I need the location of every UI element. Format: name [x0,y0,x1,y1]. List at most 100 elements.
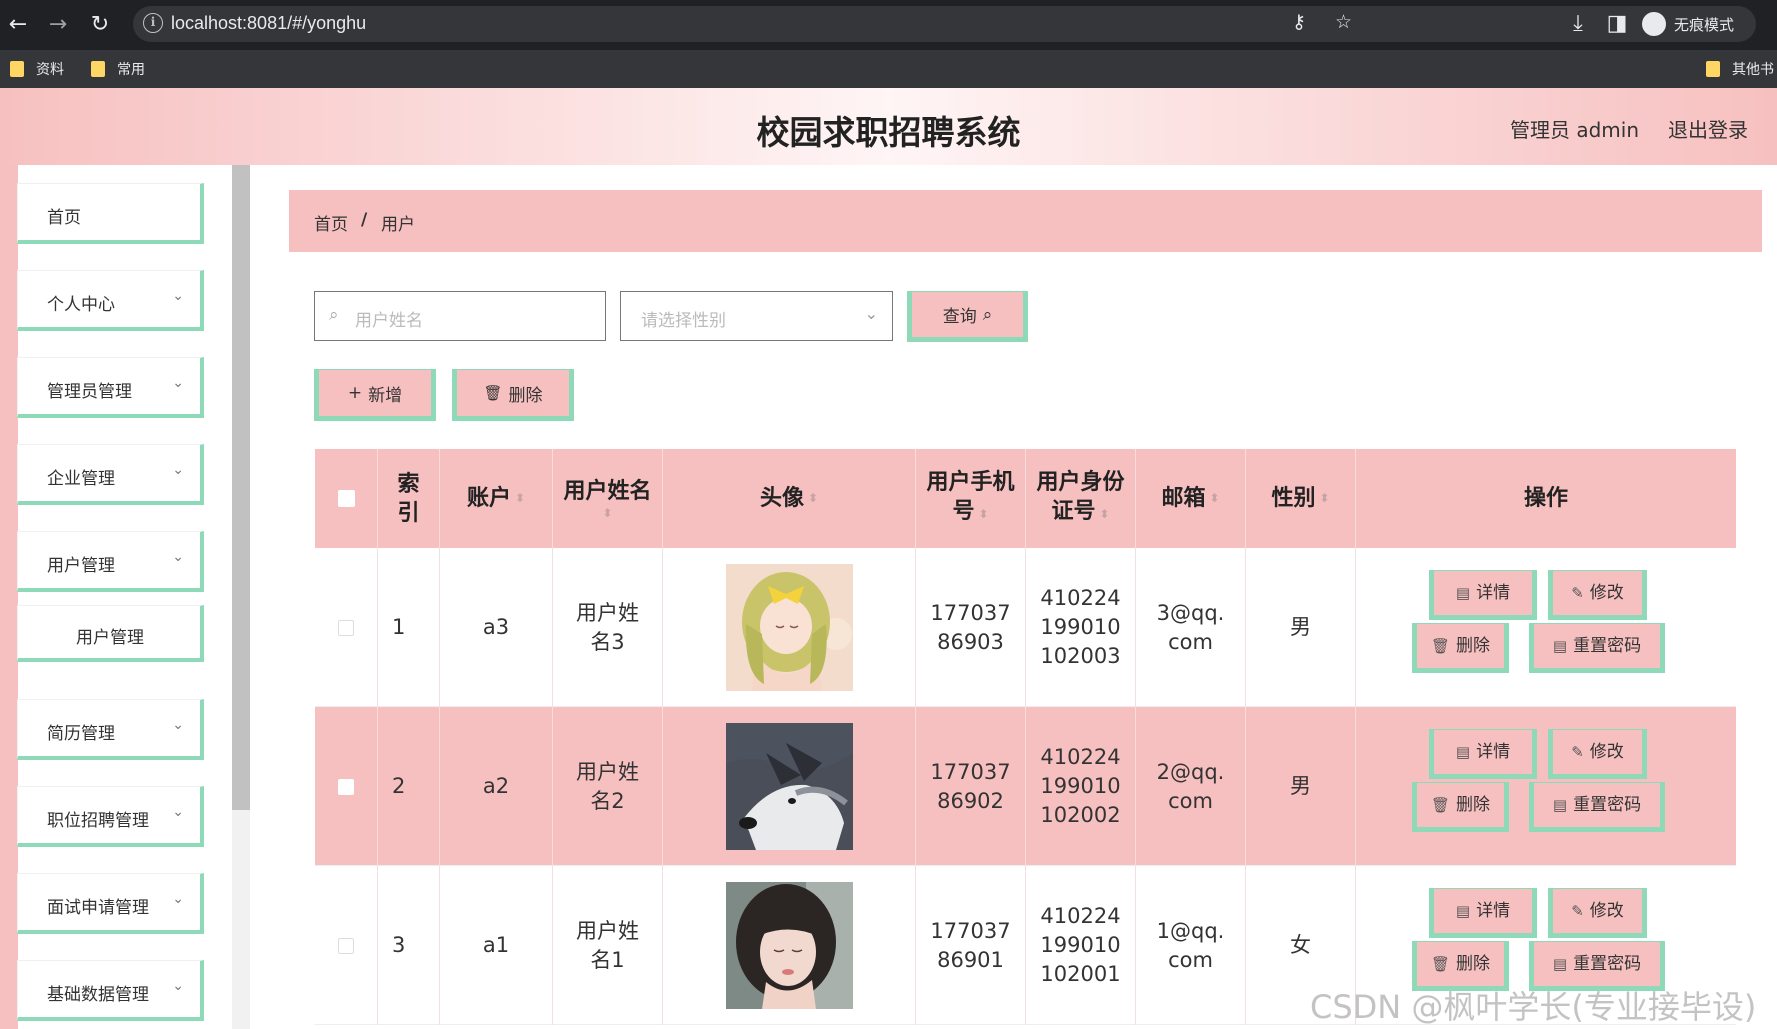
cell-phone: 17703786903 [916,548,1026,707]
chevron-down-icon: ⌄ [172,375,184,391]
reset-password-button[interactable]: ▤ 重置密码 [1529,782,1665,832]
document-icon: ▤ [1455,901,1471,920]
reload-icon[interactable]: ↻ [84,8,116,40]
cell-account: a3 [440,548,553,707]
cell-avatar [663,548,916,707]
site-info-icon[interactable]: i [143,13,163,33]
row-checkbox[interactable] [338,937,354,954]
header-avatar[interactable]: 头像 ⬍ [663,449,916,548]
select-all-checkbox[interactable] [337,490,355,507]
sidebar-subitem-user-manage[interactable]: 用户管理 [17,605,204,662]
delete-label: 删除 [1456,794,1491,815]
download-icon[interactable]: ⤓ [1562,7,1594,39]
document-icon: ▤ [1552,636,1568,655]
header-name[interactable]: 用户姓名 ⬍ [553,449,663,548]
sort-icon[interactable]: ⬍ [602,506,612,520]
avatar-image-husky-dog[interactable] [725,723,853,850]
header-ops: 操作 [1356,449,1736,548]
detail-label: 详情 [1476,582,1511,603]
header-account[interactable]: 账户 ⬍ [440,449,553,548]
document-icon: ▤ [1455,742,1471,761]
forward-arrow-icon[interactable]: → [42,8,74,40]
breadcrumb-home[interactable]: 首页 [314,210,348,235]
folder-icon [10,61,24,77]
sort-icon[interactable]: ⬍ [1209,484,1219,513]
sort-icon[interactable]: ⬍ [1099,507,1109,521]
cell-name: 用户姓名3 [553,548,663,707]
breadcrumb-current: 用户 [381,215,415,235]
trash-icon: 🗑︎ [1430,795,1451,814]
sidebar-item-company-manage[interactable]: 企业管理 ⌄ [17,444,204,505]
edit-label: 修改 [1589,741,1624,762]
star-icon[interactable]: ☆ [1335,11,1352,33]
sidebar-item-label: 用户管理 [47,556,115,576]
avatar-image-girl-photo[interactable] [725,882,853,1009]
bookmark-folder-1[interactable]: 资料 [10,59,64,79]
watermark: CSDN @枫叶学长(专业接毕设) [1310,988,1757,1026]
query-button[interactable]: 查询 ⌕ [907,291,1028,342]
key-icon[interactable]: ⚷ [1292,11,1306,33]
back-arrow-icon[interactable]: ← [2,8,34,40]
sidebar-item-admin-manage[interactable]: 管理员管理 ⌄ [17,357,204,418]
bookmark-other[interactable]: 其他书 [1706,59,1774,79]
address-bar[interactable]: i localhost:8081/#/yonghu ⚷ ☆ [133,6,1756,42]
delete-label: 删除 [1456,635,1491,656]
row-select-cell [315,866,378,1025]
add-button[interactable]: + 新增 [314,369,436,421]
sidebar-item-interview-manage[interactable]: 面试申请管理 ⌄ [17,873,204,934]
cell-ops: ▤ 详情 ✎ 修改 🗑︎ 删除 ▤ 重置密码 [1356,548,1736,707]
row-checkbox[interactable] [338,619,354,636]
sort-icon[interactable]: ⬍ [808,484,818,513]
girl-photo-avatar [725,882,853,1009]
sidebar-item-label: 管理员管理 [47,382,132,402]
header-phone[interactable]: 用户手机号 ⬍ [916,449,1026,548]
side-panel-icon[interactable]: ◨ [1601,7,1633,39]
sort-icon[interactable]: ⬍ [1319,484,1329,513]
sidebar-item-personal-center[interactable]: 个人中心 ⌄ [17,270,204,331]
avatar-image-anime-girl[interactable] [725,564,853,691]
folder-icon [91,61,105,77]
edit-icon: ✎ [1571,742,1584,761]
chevron-down-icon: ⌄ [864,304,878,323]
sidebar-item-label: 基础数据管理 [47,985,149,1005]
header-email[interactable]: 邮箱 ⬍ [1136,449,1246,548]
detail-button[interactable]: ▤ 详情 [1429,570,1537,620]
sidebar-item-user-manage[interactable]: 用户管理 ⌄ [17,531,204,592]
search-icon: ⌕ [329,305,339,325]
header-idcard[interactable]: 用户身份证号 ⬍ [1026,449,1136,548]
sort-icon[interactable]: ⬍ [515,484,525,513]
header-gender-label: 性别 [1271,486,1316,511]
sidebar-item-job-manage[interactable]: 职位招聘管理 ⌄ [17,786,204,847]
sidebar-item-label: 首页 [47,208,81,228]
cell-email: 1@qq.com [1136,866,1246,1025]
document-icon: ▤ [1552,954,1568,973]
incognito-indicator[interactable]: 无痕模式 [1642,11,1734,37]
bookmark-label: 资料 [36,62,64,78]
gender-select[interactable]: 请选择性别 ⌄ [620,291,893,341]
bookmark-folder-2[interactable]: 常用 [91,59,145,79]
search-name-input[interactable]: ⌕ 用户姓名 [314,291,606,341]
row-checkbox[interactable] [338,778,354,795]
logout-link[interactable]: 退出登录 [1668,114,1748,143]
header-email-label: 邮箱 [1161,486,1206,511]
sidebar-item-base-data-manage[interactable]: 基础数据管理 ⌄ [17,960,204,1021]
browser-toolbar: ← → ↻ i localhost:8081/#/yonghu ⚷ ☆ ⤓ ◨ … [0,0,1777,50]
delete-button[interactable]: 🗑︎ 删除 [1412,623,1509,673]
sidebar-scrollbar-thumb[interactable] [232,165,250,810]
chevron-down-icon: ⌄ [172,717,184,733]
edit-button[interactable]: ✎ 修改 [1548,570,1647,620]
detail-button[interactable]: ▤ 详情 [1429,888,1537,938]
detail-button[interactable]: ▤ 详情 [1429,729,1537,779]
edit-button[interactable]: ✎ 修改 [1548,729,1647,779]
search-icon: ⌕ [982,304,993,325]
delete-button[interactable]: 🗑︎ 删除 [1412,782,1509,832]
row-select-cell [315,548,378,707]
sidebar-item-home[interactable]: 首页 [17,183,204,244]
sort-icon[interactable]: ⬍ [978,507,988,521]
sidebar-item-resume-manage[interactable]: 简历管理 ⌄ [17,699,204,760]
header-gender[interactable]: 性别 ⬍ [1246,449,1356,548]
header-account-label: 账户 [466,486,511,511]
batch-delete-button[interactable]: 🗑︎ 删除 [452,369,574,421]
edit-button[interactable]: ✎ 修改 [1548,888,1647,938]
reset-password-button[interactable]: ▤ 重置密码 [1529,623,1665,673]
